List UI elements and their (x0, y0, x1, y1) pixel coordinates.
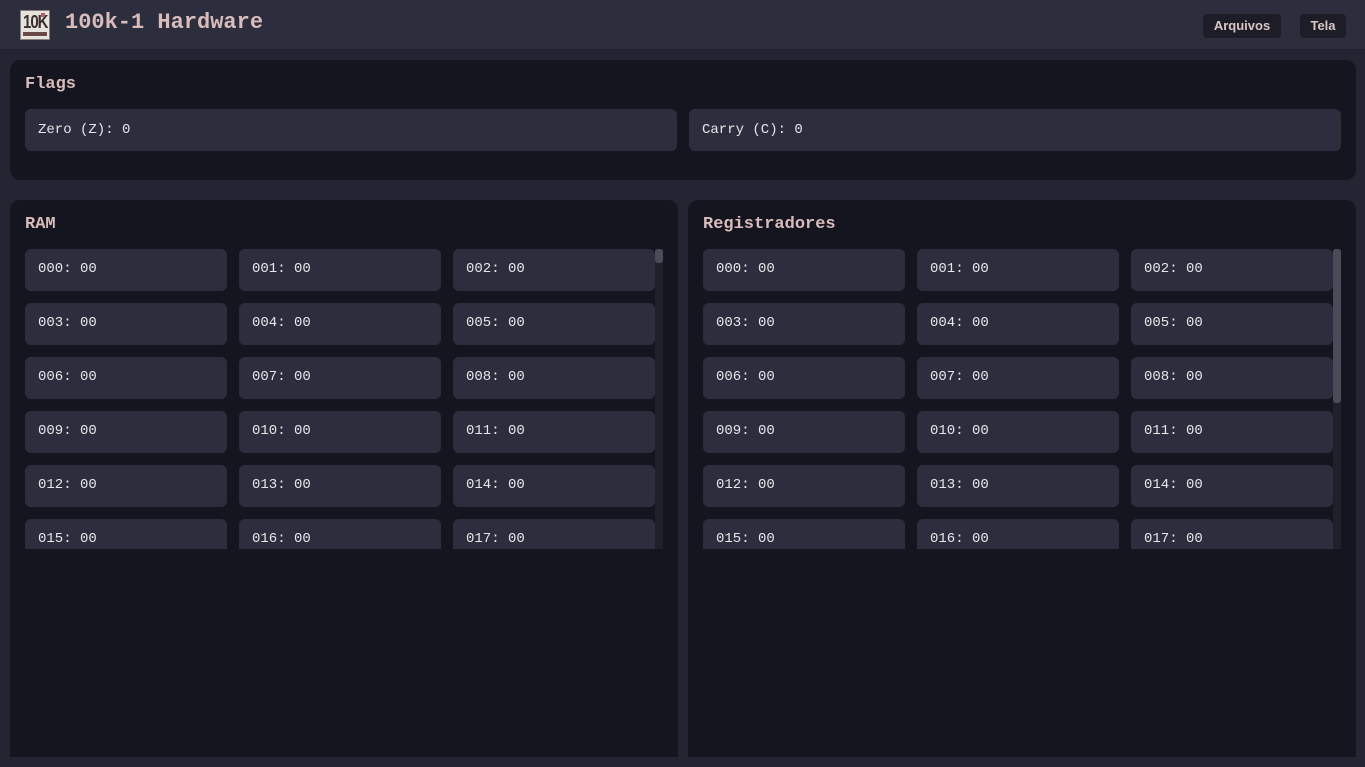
bottom-edge (0, 757, 1365, 767)
register-cell: 015: 00 (703, 519, 905, 549)
registers-title: Registradores (703, 215, 836, 234)
register-cell: 014: 00 (1131, 465, 1333, 507)
ram-cell: 005: 00 (453, 303, 655, 345)
ram-cell: 000: 00 (25, 249, 227, 291)
register-cell: 012: 00 (703, 465, 905, 507)
register-cell: 005: 00 (1131, 303, 1333, 345)
ram-cell: 001: 00 (239, 249, 441, 291)
registers-scrollbar[interactable] (1333, 249, 1341, 549)
app-logo: 10K (20, 10, 50, 40)
registers-cells-viewport[interactable]: 000: 00 001: 00 002: 00 003: 00 004: 00 005: … (703, 249, 1343, 549)
ram-cells-viewport[interactable]: 000: 00 001: 00 002: 00 003: 00 004: 00 005: … (25, 249, 665, 549)
ram-title: RAM (25, 215, 56, 234)
register-cell: 003: 00 (703, 303, 905, 345)
ram-cell: 011: 00 (453, 411, 655, 453)
register-cell: 013: 00 (917, 465, 1119, 507)
register-cell: 016: 00 (917, 519, 1119, 549)
ram-cell: 007: 00 (239, 357, 441, 399)
register-cell: 000: 00 (703, 249, 905, 291)
register-cell: 011: 00 (1131, 411, 1333, 453)
logo-bar (23, 32, 47, 36)
ram-cell: 016: 00 (239, 519, 441, 549)
register-cell: 004: 00 (917, 303, 1119, 345)
register-cell: 007: 00 (917, 357, 1119, 399)
register-cell: 002: 00 (1131, 249, 1333, 291)
top-bar: 10K 100k-1 Hardware Arquivos Tela (0, 0, 1365, 50)
ram-cell: 012: 00 (25, 465, 227, 507)
ram-cell: 008: 00 (453, 357, 655, 399)
register-cell: 009: 00 (703, 411, 905, 453)
carry-flag: Carry (C): 0 (689, 109, 1341, 151)
register-cell: 001: 00 (917, 249, 1119, 291)
logo-speck (41, 13, 45, 17)
ram-cell-grid: 000: 00 001: 00 002: 00 003: 00 004: 00 005: … (25, 249, 665, 549)
flags-panel: Flags Zero (Z): 0 Carry (C): 0 (10, 60, 1356, 180)
flags-title: Flags (25, 75, 77, 94)
ram-cell: 017: 00 (453, 519, 655, 549)
app-title: 100k-1 Hardware (65, 10, 264, 35)
ram-cell: 002: 00 (453, 249, 655, 291)
ram-cell: 013: 00 (239, 465, 441, 507)
ram-cell: 014: 00 (453, 465, 655, 507)
register-cell: 010: 00 (917, 411, 1119, 453)
ram-cell: 015: 00 (25, 519, 227, 549)
ram-cell: 010: 00 (239, 411, 441, 453)
registers-cell-grid: 000: 00 001: 00 002: 00 003: 00 004: 00 005: … (703, 249, 1343, 549)
ram-cell: 004: 00 (239, 303, 441, 345)
register-cell: 008: 00 (1131, 357, 1333, 399)
registers-scrollbar-thumb[interactable] (1333, 249, 1341, 403)
ram-cell: 009: 00 (25, 411, 227, 453)
ram-scrollbar-thumb[interactable] (655, 249, 663, 263)
ram-panel: RAM 000: 00 001: 00 002: 00 003: 00 004: 00 0… (10, 200, 678, 767)
zero-flag: Zero (Z): 0 (25, 109, 677, 151)
ram-cell: 003: 00 (25, 303, 227, 345)
ram-scrollbar[interactable] (655, 249, 663, 549)
menu-arquivos-button[interactable]: Arquivos (1203, 14, 1281, 38)
menu-tela-button[interactable]: Tela (1300, 14, 1346, 38)
register-cell: 017: 00 (1131, 519, 1333, 549)
ram-cell: 006: 00 (25, 357, 227, 399)
register-cell: 006: 00 (703, 357, 905, 399)
registers-panel: Registradores 000: 00 001: 00 002: 00 003: … (688, 200, 1356, 767)
